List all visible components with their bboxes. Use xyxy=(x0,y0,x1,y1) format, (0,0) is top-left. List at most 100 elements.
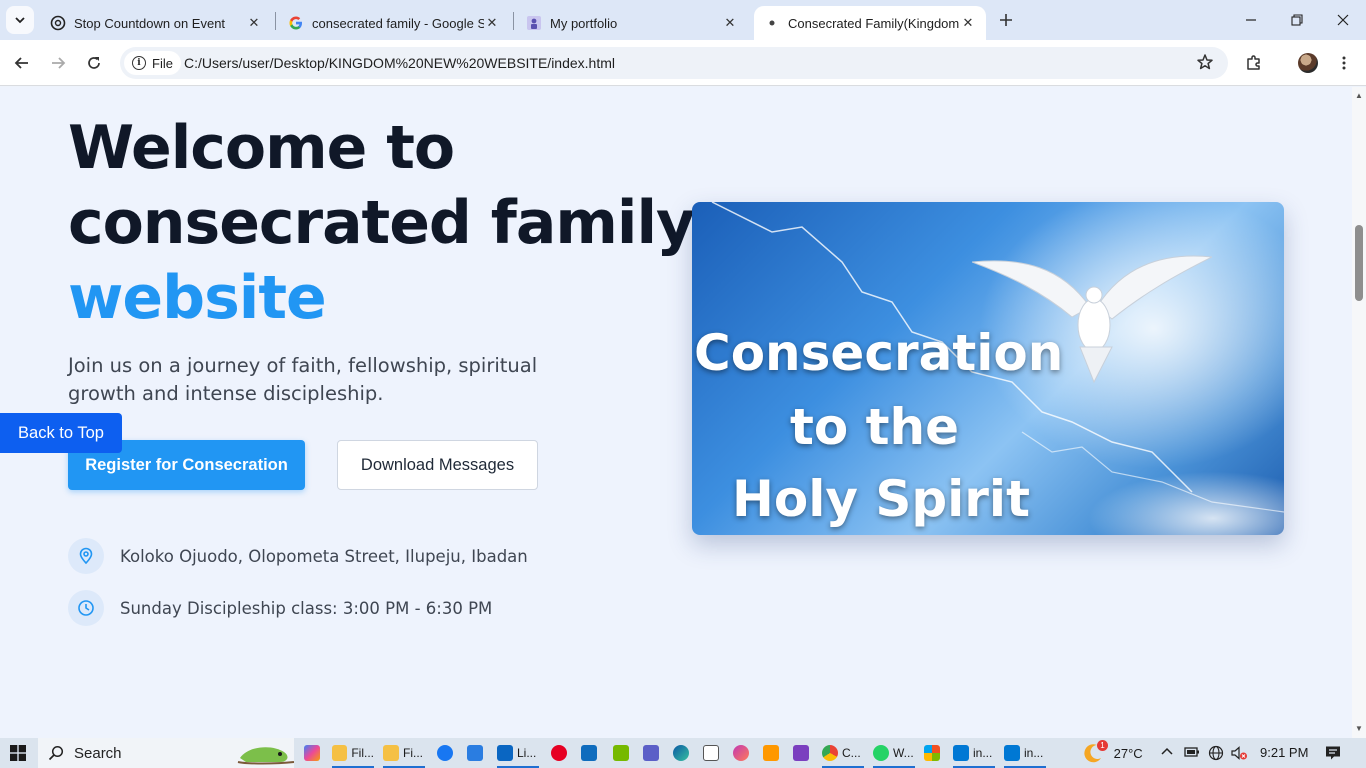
back-button[interactable] xyxy=(8,49,36,77)
puzzle-icon xyxy=(1247,55,1260,70)
search-icon xyxy=(48,745,64,761)
moon-icon: 1 xyxy=(1082,740,1108,764)
more-vertical-icon xyxy=(1342,56,1346,70)
schedule-text: Sunday Discipleship class: 3:00 PM - 6:3… xyxy=(120,598,493,618)
location-text: Koloko Ojuodo, Olopometa Street, Ilupeju… xyxy=(120,546,528,566)
tab-search-button[interactable] xyxy=(6,6,34,34)
notepad-taskbar-icon[interactable] xyxy=(703,742,723,764)
taskbar-app-linkedin[interactable]: Li... xyxy=(497,742,539,768)
vs-taskbar-icon[interactable] xyxy=(793,742,813,764)
taskbar-app-file-explorer-2[interactable]: Fi... xyxy=(383,742,425,768)
profile-button[interactable] xyxy=(1294,49,1322,77)
globe-icon xyxy=(764,15,780,31)
tab-strip: Stop Countdown on Event ✕ consecrated fa… xyxy=(0,0,1366,40)
taskbar-search[interactable]: Search xyxy=(38,738,294,768)
close-icon[interactable]: ✕ xyxy=(960,15,976,31)
copilot-taskbar-icon[interactable] xyxy=(304,742,324,764)
extensions-button[interactable] xyxy=(1240,49,1268,77)
nvidia-taskbar-icon[interactable] xyxy=(613,742,633,764)
media-taskbar-icon[interactable] xyxy=(733,742,753,764)
tab-consecrated-family[interactable]: Consecrated Family(KingdomPe ✕ xyxy=(754,6,986,40)
scroll-down-icon[interactable]: ▼ xyxy=(1355,724,1363,733)
restore-icon xyxy=(1291,14,1303,26)
notifications-icon[interactable] xyxy=(1325,745,1341,764)
avatar xyxy=(1298,53,1318,73)
windows-taskbar: Search Fil... Fi... Li... C... W... in..… xyxy=(0,738,1366,768)
outlook-icon xyxy=(581,745,597,761)
hero-subtitle: Join us on a journey of faith, fellowshi… xyxy=(68,354,538,405)
address-bar[interactable]: i File C:/Users/user/Desktop/KINGDOM%20N… xyxy=(120,47,1228,79)
tab-stop-countdown[interactable]: Stop Countdown on Event ✕ xyxy=(40,6,272,40)
reload-icon xyxy=(88,57,100,69)
file-explorer-icon xyxy=(383,745,399,761)
clock-time[interactable]: 9:21 PM xyxy=(1260,745,1308,760)
taskbar-app-vscode-2[interactable]: in... xyxy=(1004,742,1046,768)
teams-icon xyxy=(643,745,659,761)
arrow-right-icon xyxy=(52,57,66,69)
teams-taskbar-icon[interactable] xyxy=(643,742,663,764)
taskbar-app-label: Fil... xyxy=(351,746,374,760)
url-text[interactable]: C:/Users/user/Desktop/KINGDOM%20NEW%20WE… xyxy=(184,55,615,71)
download-messages-button[interactable]: Download Messages xyxy=(337,440,538,490)
tab-my-portfolio[interactable]: My portfolio ✕ xyxy=(516,6,748,40)
outlook-taskbar-icon[interactable] xyxy=(581,742,601,764)
sublime-icon xyxy=(763,745,779,761)
facebook-icon xyxy=(437,745,453,761)
taskbar-app-vscode-1[interactable]: in... xyxy=(953,742,995,768)
page-viewport: Welcome to consecrated family website Jo… xyxy=(0,87,1352,738)
location-pin-icon xyxy=(68,538,104,574)
site-info-chip[interactable]: i File xyxy=(124,51,181,75)
back-to-top-button[interactable]: Back to Top xyxy=(0,413,122,453)
schedule-row: Sunday Discipleship class: 3:00 PM - 6:3… xyxy=(68,590,492,626)
network-globe-icon[interactable] xyxy=(1208,745,1224,764)
media-icon xyxy=(733,745,749,761)
image-caption-line3: Holy Spirit xyxy=(732,470,1030,528)
close-icon[interactable]: ✕ xyxy=(246,15,262,31)
visual-studio-icon xyxy=(793,745,809,761)
volume-muted-icon[interactable] xyxy=(1230,745,1248,764)
windows-start-icon[interactable] xyxy=(10,745,26,766)
facebook-taskbar-icon[interactable] xyxy=(437,742,457,764)
weather-temperature: 27°C xyxy=(1113,745,1143,761)
new-tab-button[interactable] xyxy=(994,8,1018,32)
image-caption-line2: to the xyxy=(790,398,960,456)
store-icon xyxy=(467,745,483,761)
sublime-taskbar-icon[interactable] xyxy=(763,742,783,764)
chevron-up-icon[interactable] xyxy=(1160,745,1174,762)
tab-title: My portfolio xyxy=(550,15,618,31)
taskbar-app-whatsapp[interactable]: W... xyxy=(873,742,915,768)
scroll-up-icon[interactable]: ▲ xyxy=(1355,91,1363,100)
edge-taskbar-icon[interactable] xyxy=(673,742,693,764)
pinterest-taskbar-icon[interactable] xyxy=(551,742,571,764)
arrow-left-icon xyxy=(14,57,28,69)
scrollbar-thumb[interactable] xyxy=(1355,225,1363,301)
bookmark-star-icon[interactable] xyxy=(1196,53,1214,76)
chevron-down-icon xyxy=(15,17,25,24)
minimize-button[interactable] xyxy=(1228,0,1274,40)
taskbar-app-label: in... xyxy=(973,746,993,760)
taskbar-app-label: C... xyxy=(842,746,861,760)
taskbar-app-label: W... xyxy=(893,746,914,760)
reload-button[interactable] xyxy=(80,49,108,77)
weather-widget[interactable]: 1 27°C xyxy=(1082,740,1143,764)
info-icon: i xyxy=(132,56,146,70)
battery-icon[interactable] xyxy=(1184,745,1200,762)
restore-button[interactable] xyxy=(1274,0,1320,40)
tab-google-search[interactable]: consecrated family - Google Se ✕ xyxy=(278,6,510,40)
office-taskbar-icon[interactable] xyxy=(924,742,944,764)
menu-button[interactable] xyxy=(1330,49,1358,77)
tab-divider xyxy=(513,12,514,30)
tab-title: consecrated family - Google Se xyxy=(312,15,484,31)
taskbar-app-chrome[interactable]: C... xyxy=(822,742,864,768)
pinterest-icon xyxy=(551,745,567,761)
vertical-scrollbar[interactable]: ▲ ▼ xyxy=(1352,87,1366,738)
hero-image: Consecration to the Holy Spirit xyxy=(692,202,1284,535)
forward-button[interactable] xyxy=(44,49,72,77)
portfolio-icon xyxy=(526,15,542,31)
close-window-button[interactable] xyxy=(1320,0,1366,40)
close-icon[interactable]: ✕ xyxy=(484,15,500,31)
taskbar-app-file-explorer-1[interactable]: Fil... xyxy=(332,742,374,768)
location-row: Koloko Ojuodo, Olopometa Street, Ilupeju… xyxy=(68,538,528,574)
close-icon[interactable]: ✕ xyxy=(722,15,738,31)
store-taskbar-icon[interactable] xyxy=(467,742,487,764)
